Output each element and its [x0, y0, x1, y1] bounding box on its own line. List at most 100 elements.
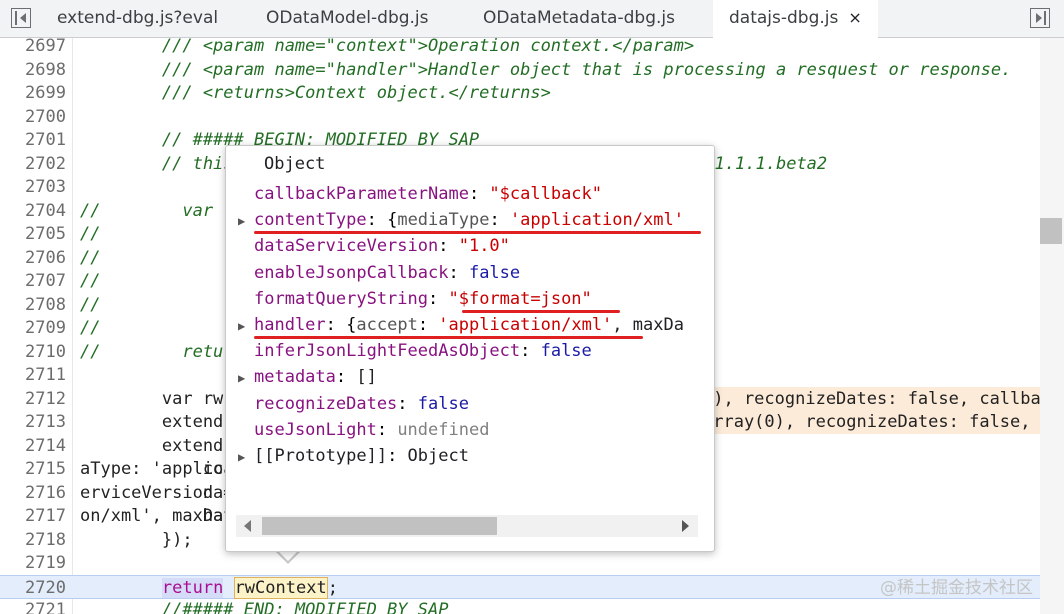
line-number[interactable]: 2708: [0, 293, 66, 317]
line-number[interactable]: 2704: [0, 199, 66, 223]
code-line[interactable]: 2698 /// <param name="handler">Handler o…: [0, 58, 1040, 82]
line-number[interactable]: 2701: [0, 128, 66, 152]
code-line[interactable]: 2697 /// <param name="context">Operation…: [0, 38, 1040, 58]
code-line[interactable]: 2721 //##### END: MODIFIED BY SAP: [0, 598, 1040, 614]
code-line[interactable]: 2700: [0, 105, 1040, 129]
tab-odatamodel-dbg[interactable]: ODataModel-dbg.js: [266, 0, 429, 37]
line-number[interactable]: 2699: [0, 81, 66, 105]
nested-key: mediaType: [397, 210, 490, 231]
line-number[interactable]: 2721: [0, 598, 66, 614]
code-text: da: [80, 482, 224, 503]
object-property-row: recognizeDates: false: [254, 393, 469, 414]
line-number[interactable]: 2720: [0, 576, 66, 600]
inline-value-text: Array(0), recognizeDates: false, c: [703, 412, 1051, 432]
code-text: //: [80, 247, 101, 268]
line-number[interactable]: 2716: [0, 481, 66, 505]
code-text: // retu: [80, 341, 224, 362]
expand-triangle-icon[interactable]: ▶: [238, 208, 254, 233]
line-number[interactable]: 2705: [0, 222, 66, 246]
object-property-row: formatQueryString: "$format=json": [254, 288, 592, 309]
line-number[interactable]: 2697: [0, 38, 66, 58]
code-text: //: [80, 318, 101, 338]
property-value: false: [468, 262, 521, 283]
expand-triangle-icon[interactable]: ▶: [238, 444, 254, 469]
tab-label: extend-dbg.js?eval: [57, 8, 219, 28]
line-number[interactable]: 2714: [0, 434, 66, 458]
line-number[interactable]: 2703: [0, 175, 66, 199]
watermark: @稀土掘金技术社区: [880, 578, 1033, 598]
property-key: useJsonLight: [254, 419, 377, 440]
code-text: //: [80, 271, 101, 291]
line-number[interactable]: 2715: [0, 457, 66, 481]
line-number[interactable]: 2719: [0, 551, 66, 575]
property-key: recognizeDates: [254, 393, 398, 414]
property-key: contentType: [254, 210, 367, 231]
code-text: //##### END: MODIFIED BY SAP: [80, 600, 449, 614]
line-number[interactable]: 2700: [0, 105, 66, 129]
hovered-identifier[interactable]: rwContext: [233, 576, 328, 599]
tab-extend-dbg[interactable]: extend-dbg.js?eval: [57, 0, 218, 37]
property-key: metadata: [254, 367, 336, 388]
object-property-row[interactable]: ▶ contentType: {mediaType: 'application/x…: [238, 207, 704, 233]
tab-label: datajs-dbg.js: [729, 8, 839, 28]
object-property-row[interactable]: ▶ [[Prototype]]: Object: [238, 443, 704, 469]
line-number[interactable]: 2709: [0, 316, 66, 340]
nested-value: 'application/xml': [438, 315, 613, 335]
expand-triangle-icon[interactable]: ▶: [238, 313, 254, 338]
popover-scrollbar-thumb[interactable]: [262, 517, 497, 535]
code-text: // var: [80, 200, 214, 221]
popover-horizontal-scrollbar[interactable]: [236, 515, 698, 537]
code-text: extend: [80, 412, 224, 432]
object-property-row: useJsonLight: undefined: [254, 419, 490, 440]
line-number[interactable]: 2702: [0, 152, 66, 176]
property-key: inferJsonLightFeedAsObject: [254, 341, 521, 362]
code-text: });: [80, 529, 193, 550]
property-value: undefined: [397, 419, 490, 440]
code-text: return rwContext;: [80, 576, 338, 600]
expand-triangle-icon[interactable]: ▶: [238, 365, 254, 390]
editor-tab-bar: extend-dbg.js?eval ODataModel-dbg.js ODa…: [0, 0, 1064, 38]
toggle-navigator-button[interactable]: [11, 8, 31, 28]
property-key: [[Prototype]]: [254, 446, 388, 466]
code-text: var rw: [80, 388, 224, 409]
line-number[interactable]: 2713: [0, 410, 66, 434]
code-text: //: [80, 294, 101, 315]
statement-end: ;: [327, 577, 338, 598]
vertical-scrollbar[interactable]: [1040, 38, 1064, 614]
code-text: //: [80, 224, 101, 244]
object-property-row: enableJsonpCallback: false: [254, 262, 521, 283]
line-number[interactable]: 2707: [0, 269, 66, 293]
object-property-row: inferJsonLightFeedAsObject: false: [254, 341, 592, 362]
tab-datajs-dbg[interactable]: datajs-dbg.js ×: [713, 0, 878, 38]
line-number[interactable]: 2711: [0, 363, 66, 387]
line-number[interactable]: 2717: [0, 504, 66, 528]
property-value: []: [356, 367, 377, 388]
property-value: "$callback": [489, 184, 603, 204]
scroll-left-icon[interactable]: [244, 520, 251, 532]
inline-value-text: 0), recognizeDates: false, callbac: [703, 388, 1051, 409]
scroll-right-icon[interactable]: [682, 520, 689, 532]
tab-label: ODataMetadata-dbg.js: [483, 8, 675, 28]
vertical-scrollbar-thumb[interactable]: [1040, 218, 1062, 244]
property-key: callbackParameterName: [254, 184, 469, 204]
property-value: false: [540, 341, 592, 362]
line-number[interactable]: 2712: [0, 387, 66, 411]
property-key: dataServiceVersion: [254, 236, 439, 257]
line-number[interactable]: 2710: [0, 340, 66, 364]
code-text: /// <param name="handler">Handler object…: [80, 59, 1012, 80]
object-property-row[interactable]: ▶ handler: {accept: 'application/xml', ma…: [238, 312, 704, 338]
close-icon[interactable]: ×: [848, 8, 861, 27]
property-key: formatQueryString: [254, 288, 428, 309]
tab-odatametadata-dbg[interactable]: ODataMetadata-dbg.js: [483, 0, 675, 37]
line-number[interactable]: 2698: [0, 58, 66, 82]
property-value: Object: [407, 446, 469, 466]
line-number[interactable]: 2706: [0, 246, 66, 270]
property-value: false: [417, 393, 469, 414]
toggle-debugger-sidebar-button[interactable]: [1030, 8, 1050, 28]
code-text: /// <returns>Context object.</returns>: [80, 83, 551, 103]
code-line[interactable]: 2719: [0, 551, 1040, 575]
code-line[interactable]: 2699 /// <returns>Context object.</retur…: [0, 81, 1040, 105]
object-property-row[interactable]: ▶ metadata: []: [238, 364, 704, 390]
line-number[interactable]: 2718: [0, 528, 66, 552]
property-key: handler: [254, 315, 326, 335]
